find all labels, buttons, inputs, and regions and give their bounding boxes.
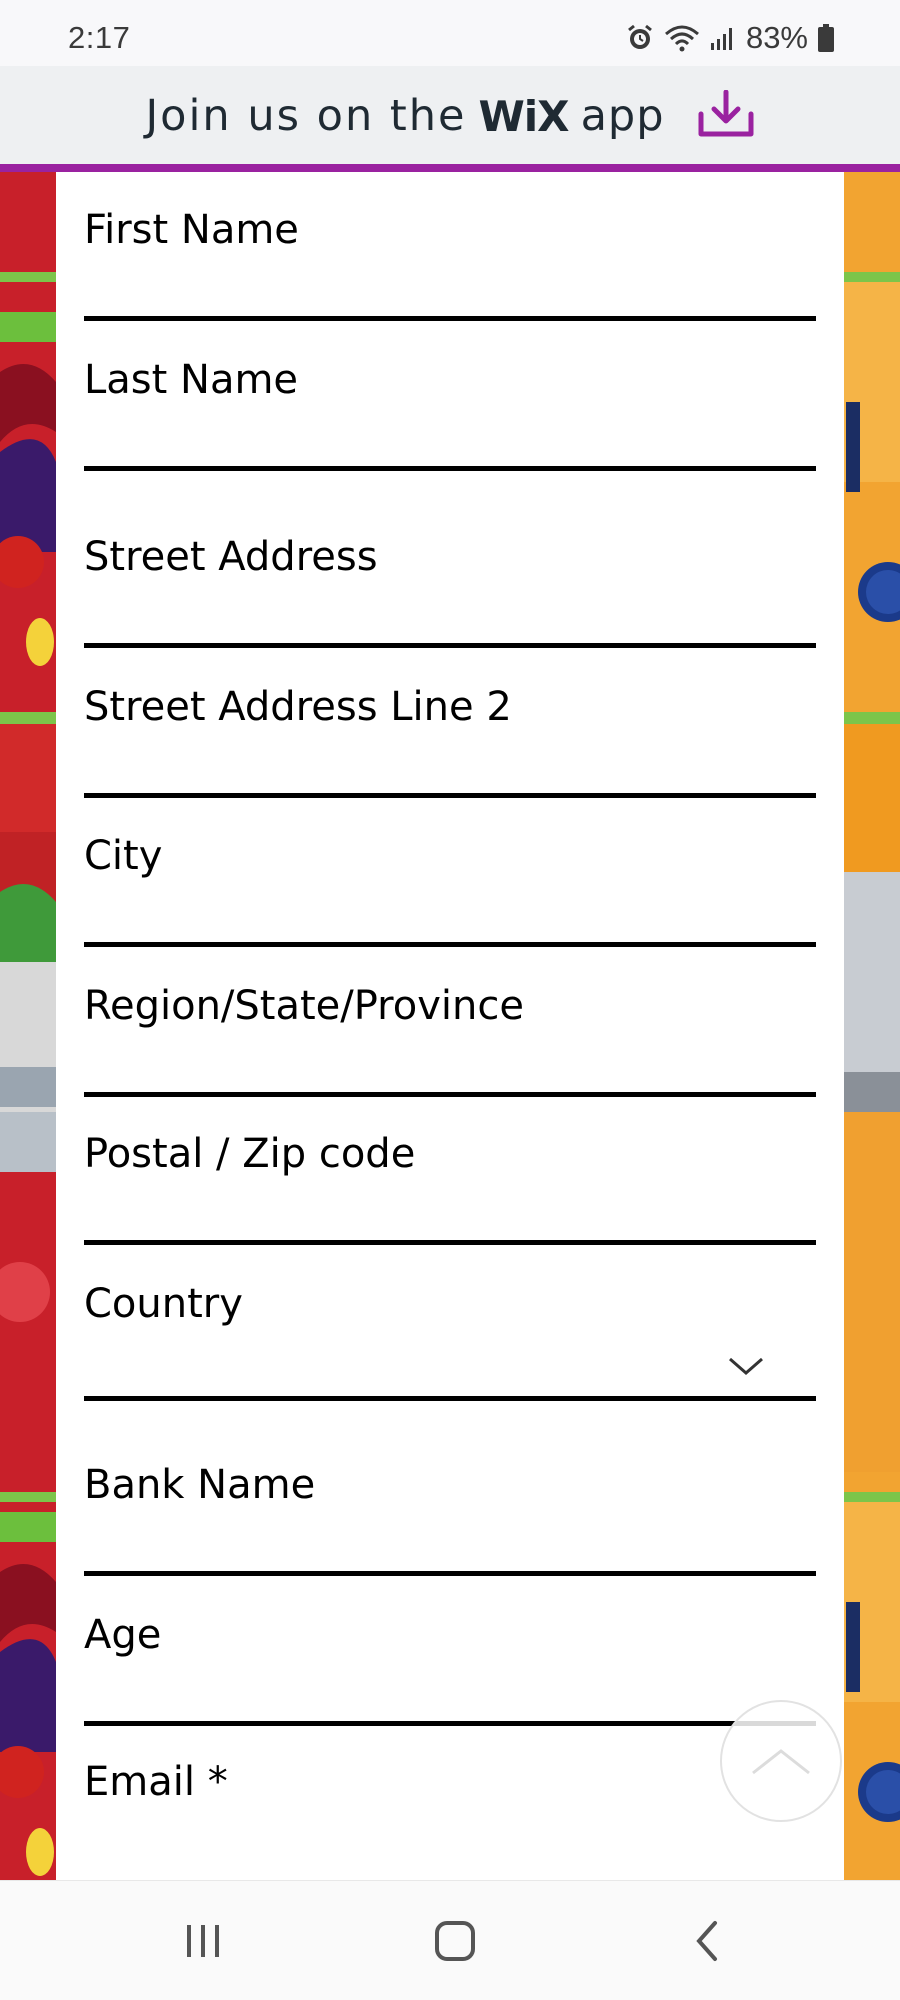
region-input[interactable] [84,1092,816,1097]
banner-app-text: app [580,91,665,141]
status-icons: 83% [626,20,834,56]
first-name-input[interactable] [84,316,816,321]
background-product-image-left [0,172,56,1880]
scroll-to-top-button[interactable] [720,1700,842,1822]
bank-name-input[interactable] [84,1571,816,1576]
recents-icon [187,1925,219,1957]
battery-percent: 83% [745,20,808,55]
status-bar: 2:17 83% [0,0,900,66]
postal-code-input[interactable] [84,1240,816,1245]
street-address-line2-input[interactable] [84,793,816,798]
city-field[interactable]: City [84,836,816,948]
download-icon[interactable] [697,89,755,142]
system-nav-bar [0,1880,900,2000]
bank-name-label: Bank Name [84,1462,316,1508]
postal-code-label: Postal / Zip code [84,1131,416,1177]
recents-button[interactable] [163,1911,243,1971]
email-field[interactable]: Email * [84,1762,816,1874]
background-product-image-right [844,172,900,1880]
region-field[interactable]: Region/State/Province [84,986,816,1098]
age-input[interactable] [84,1721,816,1726]
city-input[interactable] [84,942,816,947]
chevron-up-icon [752,1749,810,1775]
banner-text: Join us on the [145,91,467,141]
street-address-line2-field[interactable]: Street Address Line 2 [84,687,816,799]
wix-logo: WiX [478,91,569,141]
country-select[interactable] [84,1396,816,1401]
region-label: Region/State/Province [84,983,524,1029]
street-address-field[interactable]: Street Address [84,537,816,649]
age-label: Age [84,1612,162,1658]
last-name-field[interactable]: Last Name [84,360,816,472]
first-name-field[interactable]: First Name [84,210,816,322]
wifi-icon [664,24,700,52]
age-field[interactable]: Age [84,1615,816,1727]
city-label: City [84,833,163,879]
country-field[interactable]: Country [84,1281,816,1401]
chevron-down-icon[interactable] [726,1354,766,1378]
street-address-input[interactable] [84,643,816,648]
battery-icon [818,24,834,52]
back-icon [696,1921,717,1961]
form-panel: First Name Last Name Street Address Stre… [56,172,844,1880]
bank-name-field[interactable]: Bank Name [84,1465,816,1577]
alarm-icon [626,24,654,52]
last-name-input[interactable] [84,466,816,471]
wix-app-banner[interactable]: Join us on the WiX app [0,66,900,166]
street-address-label: Street Address [84,534,378,580]
postal-code-field[interactable]: Postal / Zip code [84,1134,816,1246]
street-address-line2-label: Street Address Line 2 [84,684,512,730]
home-icon [435,1921,475,1961]
signal-icon [710,25,736,51]
status-time: 2:17 [68,20,131,55]
banner-accent-line [0,164,900,172]
back-button[interactable] [667,1911,747,1971]
first-name-label: First Name [84,207,299,253]
home-button[interactable] [415,1911,495,1971]
country-label: Country [84,1281,243,1327]
email-label: Email * [84,1759,228,1805]
last-name-label: Last Name [84,357,299,403]
